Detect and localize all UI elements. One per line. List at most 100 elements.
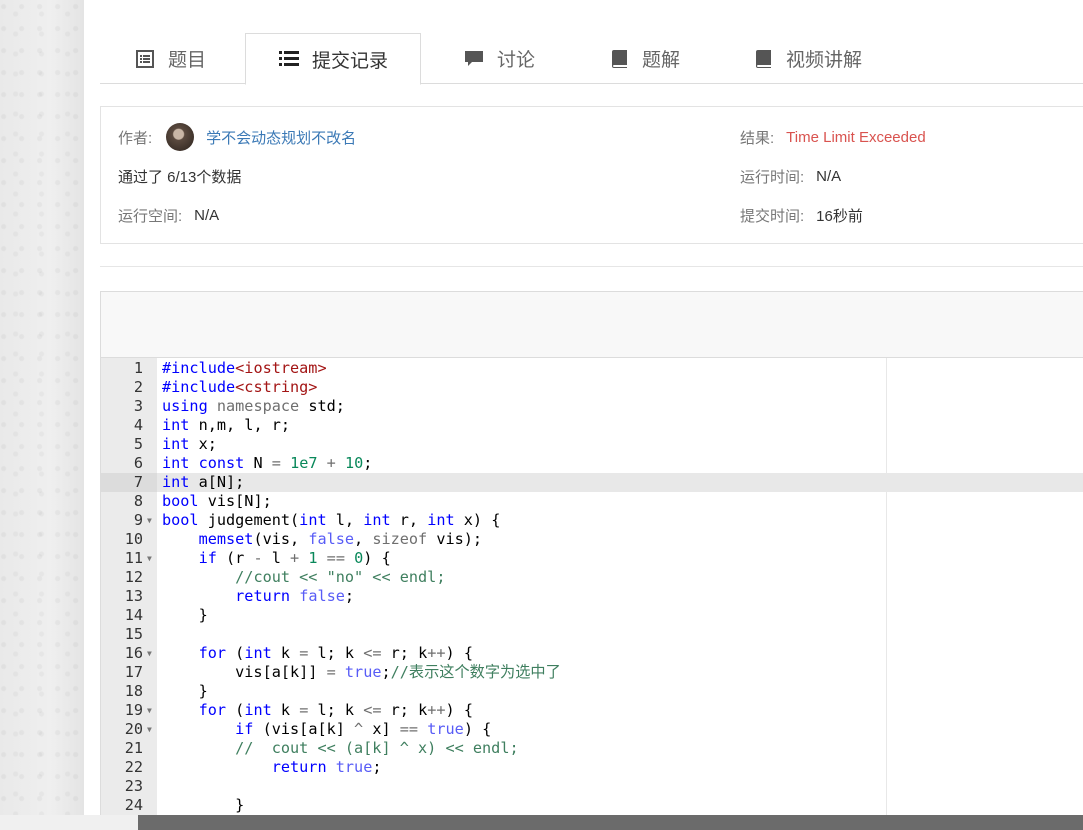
submit-label: 提交时间: [740,208,805,225]
line-number: 2 [133,378,143,396]
code-line[interactable]: 15 [101,625,1083,644]
line-number: 18 [124,682,143,700]
code-text: int a[N]; [162,473,245,491]
author-name-link[interactable]: 学不会动态规划不改名 [206,127,356,148]
code-text: return true; [271,758,382,776]
code-editor[interactable]: 1 #include<iostream> 2 #include<cstring> 3 us… [100,358,1083,815]
code-text: bool judgement(int l, int r, int x) { [162,511,501,529]
fold-toggle-icon[interactable]: ▼ [147,511,152,530]
fold-toggle-icon[interactable]: ▼ [147,701,152,720]
code-line[interactable]: 5 int x; [101,435,1083,454]
line-number: 23 [124,777,143,795]
result-row: 结果: Time Limit Exceeded [740,127,926,148]
line-number: 1 [133,359,143,377]
tab-bar: 题目 提交记录 讨论 题解 视频讲解 [100,33,1083,85]
time-value: N/A [816,168,842,185]
book-icon [608,49,630,69]
fold-toggle-icon[interactable]: ▼ [147,720,152,739]
code-line[interactable]: 22 return true; [101,758,1083,777]
fold-toggle-icon[interactable]: ▼ [147,549,152,568]
comment-icon [463,49,485,69]
code-line[interactable]: 11 ▼ if (r - l + 1 == 0) { [101,549,1083,568]
line-number: 8 [133,492,143,510]
code-line[interactable]: 16 ▼ for (int k = l; k <= r; k++) { [101,644,1083,663]
code-text: return false; [235,587,355,605]
code-line[interactable]: 13 return false; [101,587,1083,606]
code-line[interactable]: 6 int const N = 1e7 + 10; [101,454,1083,473]
code-text: // cout << (a[k] ^ x) << endl; [235,739,519,757]
code-line[interactable]: 9 ▼ bool judgement(int l, int r, int x) { [101,511,1083,530]
code-line[interactable]: 14 } [101,606,1083,625]
code-text: for (int k = l; k <= r; k++) { [198,644,473,662]
line-number: 5 [133,435,143,453]
result-label: 结果: [740,130,775,147]
code-line[interactable]: 17 vis[a[k]] = true;//表示这个数字为选中了 [101,663,1083,682]
tab-label: 讨论 [497,49,536,71]
space-row: 运行空间: N/A [118,205,219,226]
line-number: 4 [133,416,143,434]
code-lines: 1 #include<iostream> 2 #include<cstring> 3 us… [101,359,1083,815]
tab-submissions[interactable]: 提交记录 [245,33,422,85]
code-line[interactable]: 19 ▼ for (int k = l; k <= r; k++) { [101,701,1083,720]
code-text: //cout << "no" << endl; [235,568,446,586]
line-number: 24 [124,796,143,814]
code-toolbar [100,291,1083,358]
tab-problem[interactable]: 题目 [134,33,206,84]
code-text: if (vis[a[k] ^ x] == true) { [235,720,492,738]
submission-info: 作者: 学不会动态规划不改名 通过了 6/13个数据 运行空间: N/A 结果:… [100,106,1083,244]
code-text: int n,m, l, r; [162,416,291,434]
tab-label: 视频讲解 [786,49,863,71]
tab-discussion[interactable]: 讨论 [463,33,535,84]
space-value: N/A [194,207,220,224]
code-line[interactable]: 8 bool vis[N]; [101,492,1083,511]
code-text: bool vis[N]; [162,492,272,510]
line-number: 10 [124,530,143,548]
code-line[interactable]: 3 using namespace std; [101,397,1083,416]
code-text: for (int k = l; k <= r; k++) { [198,701,473,719]
code-line[interactable]: 18 } [101,682,1083,701]
code-text: } [162,606,208,624]
code-line[interactable]: 4 int n,m, l, r; [101,416,1083,435]
line-number: 6 [133,454,143,472]
code-line[interactable]: 21 // cout << (a[k] ^ x) << endl; [101,739,1083,758]
submit-value: 16秒前 [816,208,863,225]
code-line[interactable]: 10 memset(vis, false, sizeof vis); [101,530,1083,549]
code-line[interactable]: 24 } [101,796,1083,815]
code-line[interactable]: 12 //cout << "no" << endl; [101,568,1083,587]
line-number: 15 [124,625,143,643]
code-text: int const N = 1e7 + 10; [162,454,373,472]
code-line[interactable]: 20 ▼ if (vis[a[k] ^ x] == true) { [101,720,1083,739]
book-icon [752,49,774,69]
submit-row: 提交时间: 16秒前 [740,205,863,226]
code-text: #include<cstring> [162,378,318,396]
divider [100,266,1083,267]
tab-video[interactable]: 视频讲解 [752,33,862,84]
horizontal-scrollbar[interactable] [138,815,1083,830]
code-line[interactable]: 7 int a[N]; [101,473,1083,492]
page-background [0,0,84,830]
list-icon [278,49,300,69]
code-text: if (r - l + 1 == 0) { [198,549,391,567]
code-text: using namespace std; [162,397,345,415]
code-line[interactable]: 2 #include<cstring> [101,378,1083,397]
code-text: memset(vis, false, sizeof vis); [198,530,483,548]
tab-solutions[interactable]: 题解 [608,33,680,84]
time-label: 运行时间: [740,169,805,186]
author-row: 作者: 学不会动态规划不改名 [118,123,356,151]
tab-label: 提交记录 [312,49,389,72]
passed-row: 通过了 6/13个数据 [118,166,241,187]
line-number: 21 [124,739,143,757]
line-number: 13 [124,587,143,605]
tab-label: 题目 [168,49,207,71]
list-doc-icon [134,49,156,69]
fold-toggle-icon[interactable]: ▼ [147,644,152,663]
code-text: int x; [162,435,217,453]
code-line[interactable]: 1 #include<iostream> [101,359,1083,378]
code-text: } [162,796,245,814]
line-number: 7 [101,473,157,492]
time-row: 运行时间: N/A [740,166,841,187]
space-label: 运行空间: [118,208,183,225]
code-line[interactable]: 23 [101,777,1083,796]
avatar[interactable] [166,123,195,151]
line-number: 22 [124,758,143,776]
